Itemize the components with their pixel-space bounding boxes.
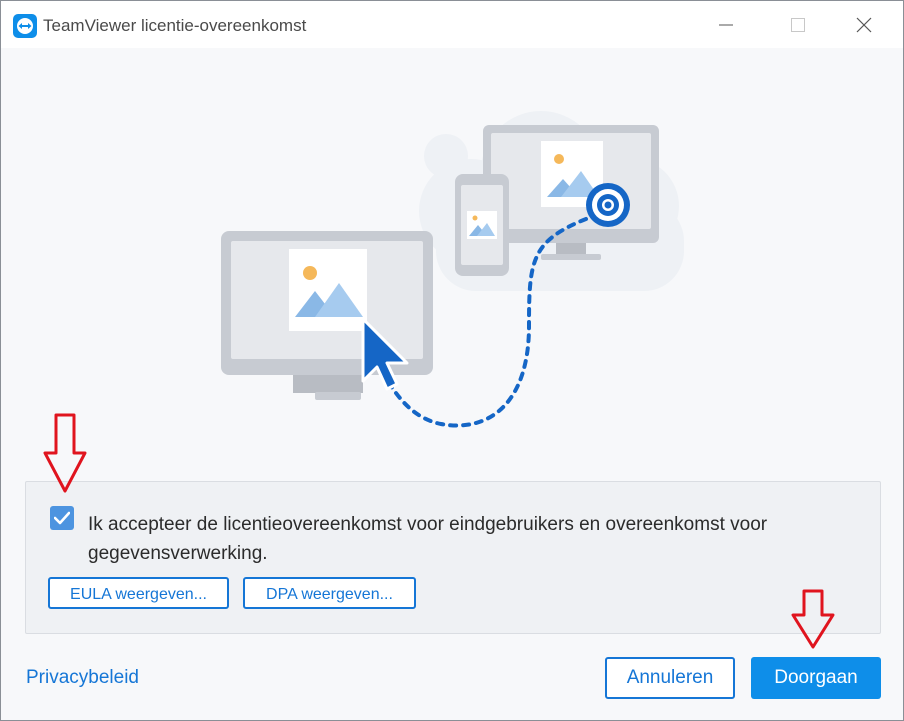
phone-device bbox=[455, 174, 509, 276]
agreement-label: Ik accepteer de licentieovereenkomst voo… bbox=[88, 514, 768, 564]
remote-connection-illustration bbox=[211, 111, 691, 441]
close-button[interactable] bbox=[841, 9, 887, 41]
continue-button[interactable]: Doorgaan bbox=[751, 657, 881, 699]
accept-checkbox[interactable] bbox=[50, 506, 74, 530]
maximize-icon bbox=[791, 18, 805, 32]
local-monitor bbox=[221, 231, 433, 400]
minimize-button[interactable] bbox=[703, 9, 749, 41]
maximize-button[interactable] bbox=[775, 9, 821, 41]
title-bar: TeamViewer licentie-overeenkomst bbox=[1, 1, 903, 48]
annotation-arrow-down-icon bbox=[791, 589, 835, 649]
teamviewer-logo-icon bbox=[13, 14, 37, 38]
license-dialog: TeamViewer licentie-overeenkomst Ik acce… bbox=[0, 0, 904, 721]
target-icon bbox=[586, 183, 630, 227]
privacy-policy-link[interactable]: Privacybeleid bbox=[26, 667, 139, 689]
window-title: TeamViewer licentie-overeenkomst bbox=[43, 16, 307, 35]
minimize-icon bbox=[719, 24, 733, 26]
view-dpa-button[interactable]: DPA weergeven... bbox=[243, 577, 416, 609]
cancel-button[interactable]: Annuleren bbox=[605, 657, 735, 699]
view-eula-button[interactable]: EULA weergeven... bbox=[48, 577, 229, 609]
checkmark-icon bbox=[54, 511, 70, 525]
remote-monitor bbox=[483, 125, 659, 260]
annotation-arrow-down-icon bbox=[43, 413, 87, 493]
close-icon bbox=[856, 17, 872, 33]
agreement-panel: Ik accepteer de licentieovereenkomst voo… bbox=[25, 481, 881, 634]
